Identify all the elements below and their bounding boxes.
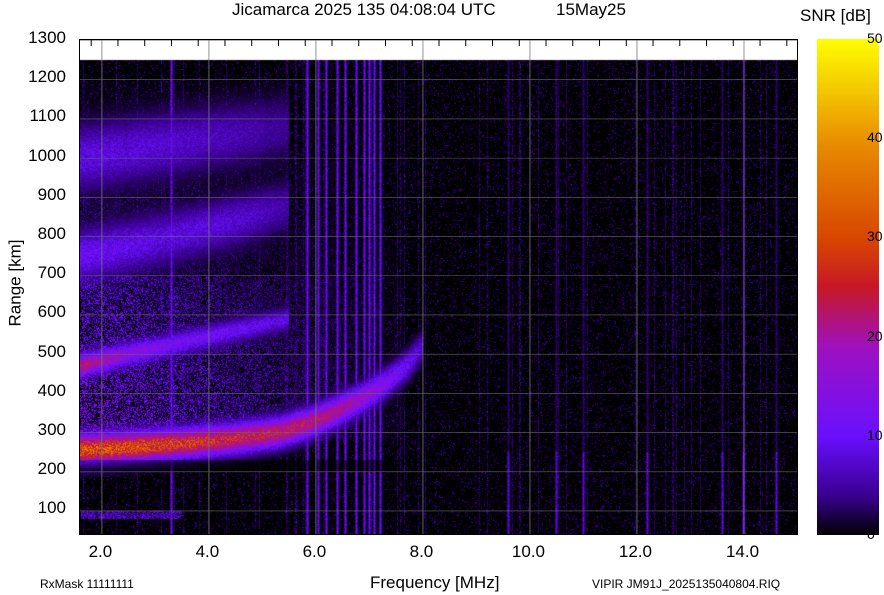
y-tick-label: 1300 bbox=[28, 28, 66, 47]
ionogram-plot-area bbox=[79, 39, 798, 535]
x-tick-label: 6.0 bbox=[302, 542, 327, 561]
filename-label: VIPIR JM91J_2025135040804.RIQ bbox=[592, 577, 781, 591]
y-tick-label: 200 bbox=[37, 459, 66, 479]
x-tick-label: 4.0 bbox=[195, 542, 220, 561]
y-tick-label: 1000 bbox=[28, 145, 66, 165]
y-tick-label: 1100 bbox=[29, 106, 66, 126]
x-tick-label: 8.0 bbox=[409, 542, 434, 561]
colorbar bbox=[817, 39, 879, 535]
colorbar-tick-label: 50 bbox=[867, 30, 883, 46]
y-tick-label: 400 bbox=[37, 380, 66, 400]
date-label: 15May25 bbox=[556, 0, 626, 19]
y-tick-label: 500 bbox=[37, 341, 66, 361]
chart-title: Jicamarca 2025 135 04:08:04 UTC bbox=[232, 0, 496, 19]
colorbar-tick-label: 0 bbox=[867, 526, 875, 542]
y-tick-label: 300 bbox=[37, 420, 66, 440]
y-tick-label: 900 bbox=[37, 184, 66, 204]
x-tick-label: 12.0 bbox=[618, 542, 653, 561]
colorbar-tick-label: 20 bbox=[867, 327, 883, 344]
rxmask-label: RxMask 11111111 bbox=[40, 577, 134, 591]
colorbar-label: SNR [dB] bbox=[800, 6, 871, 25]
colorbar-tick-label: 30 bbox=[867, 228, 883, 245]
plot-grid bbox=[80, 40, 797, 534]
x-axis-label: Frequency [MHz] bbox=[370, 573, 500, 592]
y-tick-label: 100 bbox=[37, 498, 66, 518]
colorbar-tick-label: 10 bbox=[867, 426, 883, 443]
x-tick-label: 14.0 bbox=[725, 542, 760, 561]
x-tick-label: 10.0 bbox=[511, 542, 545, 561]
colorbar-tick-label: 40 bbox=[867, 129, 883, 146]
y-tick-label: 1200 bbox=[28, 67, 66, 87]
y-axis-label: Range [km] bbox=[5, 239, 25, 327]
x-tick-label: 2.0 bbox=[88, 542, 113, 561]
